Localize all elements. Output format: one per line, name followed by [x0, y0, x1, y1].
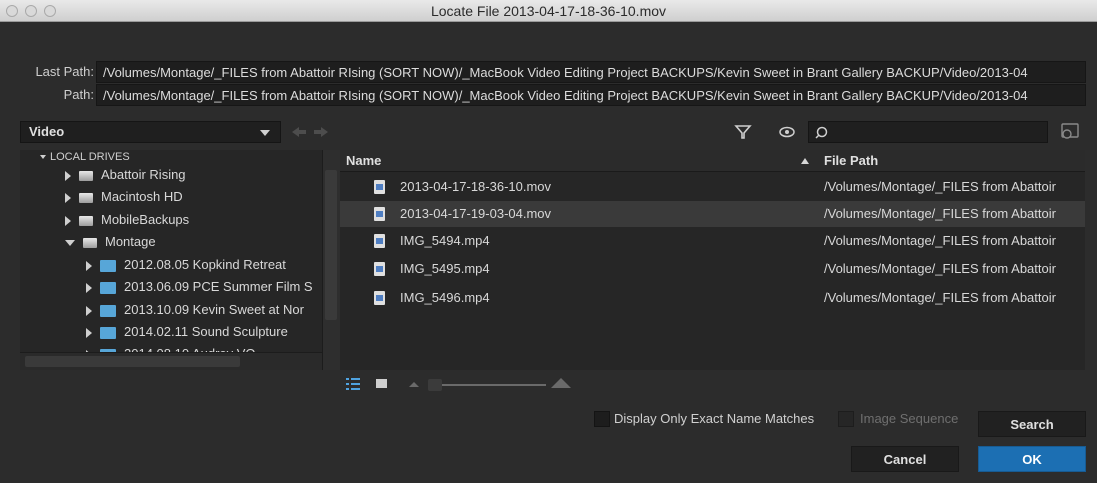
finder-settings-icon[interactable]	[1058, 122, 1082, 142]
video-file-icon	[374, 291, 385, 305]
disclosure-closed-icon	[86, 282, 92, 293]
file-name: IMG_5495.mp4	[400, 261, 490, 276]
tree-item-sound-sculpture[interactable]: 2014.02.11 Sound Sculpture	[86, 321, 288, 343]
icon-view-icon[interactable]	[375, 378, 389, 390]
tree-item-kopkind-retreat[interactable]: 2012.08.05 Kopkind Retreat	[86, 254, 286, 276]
folder-icon	[100, 259, 116, 272]
search-input[interactable]	[808, 121, 1048, 143]
zoom-small-icon[interactable]	[408, 380, 420, 388]
list-view-icon[interactable]	[345, 377, 361, 391]
tree-horizontal-scroll-thumb[interactable]	[25, 356, 240, 367]
disclosure-open-icon	[65, 239, 75, 246]
folder-icon	[100, 281, 116, 294]
video-file-icon	[374, 207, 385, 221]
folder-icon	[100, 326, 116, 339]
file-row[interactable]: IMG_5494.mp4 /Volumes/Montage/_FILES fro…	[340, 228, 1085, 254]
drive-icon	[79, 215, 93, 226]
folder-icon	[100, 304, 116, 317]
window-title: Locate File 2013-04-17-18-36-10.mov	[430, 3, 667, 19]
disclosure-closed-icon	[86, 327, 92, 338]
file-row-selected[interactable]: 2013-04-17-19-03-04.mov /Volumes/Montage…	[340, 201, 1085, 227]
tree-item-pce-summer-film[interactable]: 2013.06.09 PCE Summer Film S	[86, 276, 313, 298]
disclosure-closed-icon	[86, 305, 92, 316]
zoom-large-icon[interactable]	[549, 376, 573, 390]
file-list-header: Name File Path	[340, 150, 1085, 172]
disclosure-closed-icon	[65, 192, 71, 203]
tree-item-montage[interactable]: Montage	[65, 231, 156, 253]
disclosure-closed-icon	[65, 215, 71, 226]
column-header-name[interactable]: Name	[346, 150, 381, 172]
exact-name-match-label: Display Only Exact Name Matches	[614, 411, 815, 426]
chevron-down-icon	[260, 130, 270, 136]
disclosure-closed-icon	[86, 260, 92, 271]
video-file-icon	[374, 180, 385, 194]
file-row[interactable]: IMG_5495.mp4 /Volumes/Montage/_FILES fro…	[340, 256, 1085, 282]
eye-icon[interactable]	[778, 123, 798, 141]
disclosure-closed-icon	[65, 170, 71, 181]
zoom-slider-track[interactable]	[442, 384, 546, 386]
folder-dropdown[interactable]: Video	[20, 121, 281, 143]
filter-icon[interactable]	[733, 123, 753, 141]
file-path: /Volumes/Montage/_FILES from Abattoir	[824, 206, 1056, 221]
folder-tree[interactable]: Local Drives Abattoir Rising Macintosh H…	[20, 150, 340, 370]
search-button[interactable]: Search	[978, 411, 1086, 437]
tree-vertical-scroll-thumb[interactable]	[325, 170, 337, 320]
drive-icon	[83, 237, 97, 248]
tree-item-macintosh-hd[interactable]: Macintosh HD	[65, 186, 183, 208]
image-sequence-checkbox[interactable]	[838, 411, 854, 427]
disclosure-open-icon	[40, 155, 46, 160]
tree-item-mobilebackups[interactable]: MobileBackups	[65, 209, 189, 231]
folder-dropdown-value: Video	[29, 124, 65, 139]
tree-item-kevin-sweet[interactable]: 2013.10.09 Kevin Sweet at Nor	[86, 299, 304, 321]
file-name: IMG_5494.mp4	[400, 233, 490, 248]
path-field[interactable]: /Volumes/Montage/_FILES from Abattoir RI…	[96, 84, 1086, 106]
drive-icon	[79, 170, 93, 181]
file-name: 2013-04-17-19-03-04.mov	[400, 206, 552, 221]
file-row[interactable]: 2013-04-17-18-36-10.mov /Volumes/Montage…	[340, 174, 1085, 200]
video-file-icon	[374, 234, 385, 248]
video-file-icon	[374, 262, 385, 276]
path-label: Path:	[63, 87, 94, 102]
file-row[interactable]: IMG_5496.mp4 /Volumes/Montage/_FILES fro…	[340, 285, 1085, 311]
sort-ascending-icon[interactable]	[800, 157, 810, 165]
exact-name-match-checkbox[interactable]	[594, 411, 610, 427]
column-header-file-path[interactable]: File Path	[824, 150, 878, 172]
file-path: /Volumes/Montage/_FILES from Abattoir	[824, 233, 1056, 248]
back-forward-arrows-icon[interactable]	[290, 124, 330, 140]
file-path: /Volumes/Montage/_FILES from Abattoir	[824, 179, 1056, 194]
tree-item-abattoir-rising[interactable]: Abattoir Rising	[65, 164, 186, 186]
file-name: IMG_5496.mp4	[400, 290, 490, 305]
zoom-slider-handle[interactable]	[428, 379, 442, 391]
file-path: /Volumes/Montage/_FILES from Abattoir	[824, 261, 1056, 276]
search-icon	[815, 126, 828, 139]
last-path-label: Last Path:	[35, 64, 94, 79]
ok-button[interactable]: OK	[978, 446, 1086, 472]
file-path: /Volumes/Montage/_FILES from Abattoir	[824, 290, 1056, 305]
file-name: 2013-04-17-18-36-10.mov	[400, 179, 552, 194]
drive-icon	[79, 192, 93, 203]
last-path-field[interactable]: /Volumes/Montage/_FILES from Abattoir RI…	[96, 61, 1086, 83]
image-sequence-label: Image Sequence	[860, 411, 959, 426]
cancel-button[interactable]: Cancel	[851, 446, 959, 472]
